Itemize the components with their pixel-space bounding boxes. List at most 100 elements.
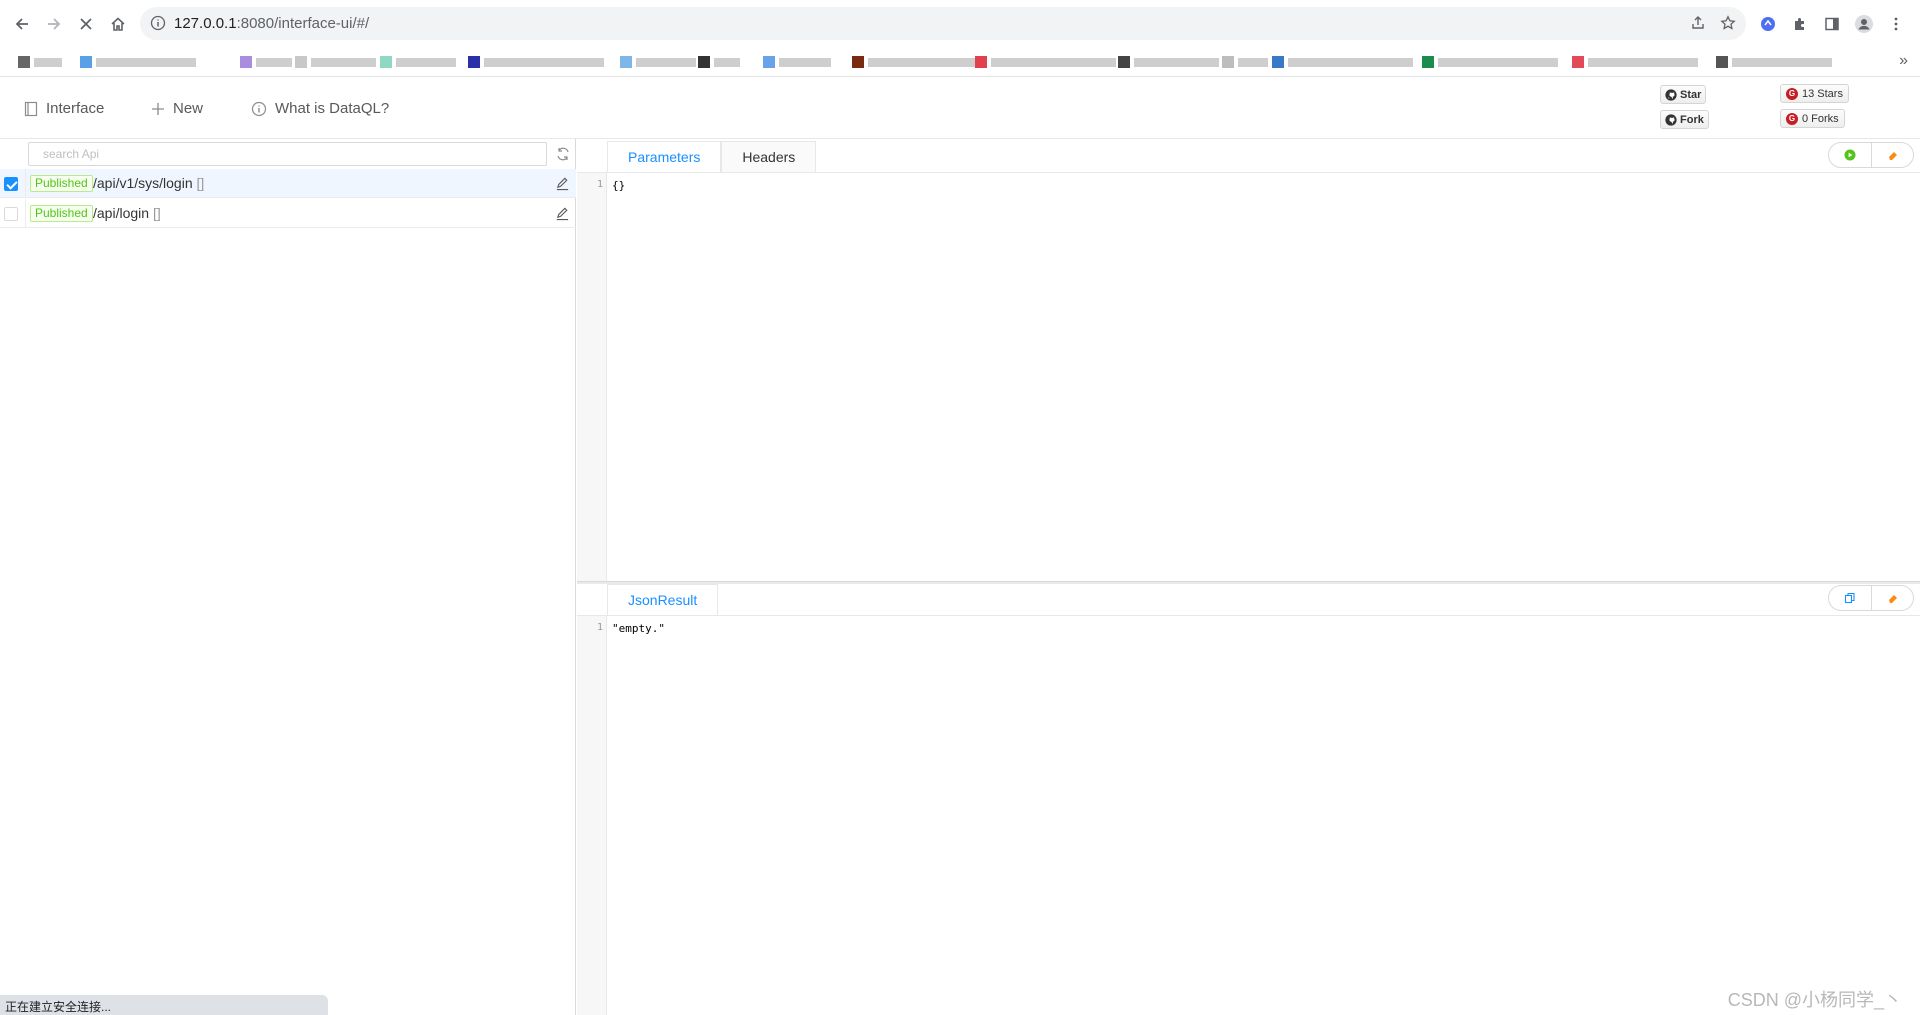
github-fork-button[interactable]: Fork (1660, 110, 1709, 129)
bookmark-item[interactable] (1118, 55, 1219, 69)
browser-menu-button[interactable] (1885, 13, 1907, 35)
more-vert-icon (1894, 17, 1898, 31)
bookmark-item[interactable] (80, 55, 196, 69)
request-actions (1828, 142, 1914, 168)
parameters-editor[interactable]: 1 {} (577, 173, 1920, 581)
result-actions (1828, 585, 1914, 611)
gitee-stars-label: 13 Stars (1802, 87, 1843, 100)
bookmark-item[interactable] (1716, 55, 1832, 69)
copy-result-button[interactable] (1829, 586, 1871, 610)
side-panel-button[interactable] (1821, 13, 1843, 35)
gitee-logo-icon: G (1786, 87, 1798, 100)
status-badge: Published (30, 175, 93, 192)
github-fork-label: Fork (1680, 113, 1704, 126)
search-api-input[interactable] (28, 142, 547, 166)
tab-headers[interactable]: Headers (721, 141, 817, 173)
extension-badge-icon (1761, 17, 1775, 31)
row-divider (25, 199, 26, 228)
bookmark-item[interactable] (975, 55, 1116, 69)
site-info-icon[interactable] (150, 15, 166, 31)
browser-status-bar: 正在建立安全连接... (0, 995, 328, 1015)
menu-new[interactable]: New (151, 100, 203, 117)
eraser-icon (1888, 595, 1897, 603)
gitee-forks-label: 0 Forks (1802, 112, 1839, 125)
row-divider (25, 169, 26, 198)
api-select-checkbox[interactable] (4, 177, 18, 191)
interface-icon (24, 101, 38, 116)
result-editor[interactable]: 1 "empty." (577, 616, 1920, 1015)
line-number: 1 (596, 179, 603, 190)
bookmark-item[interactable] (240, 55, 292, 69)
arrow-right-icon (48, 18, 61, 30)
run-button[interactable] (1829, 143, 1871, 167)
app-header: Interface New What is DataQL? Star Fork … (0, 78, 1920, 139)
github-star-button[interactable]: Star (1660, 85, 1707, 104)
play-icon (1844, 149, 1856, 161)
bookmarks-bar: » (0, 47, 1920, 77)
bookmark-item[interactable] (1272, 55, 1413, 69)
back-button[interactable] (10, 12, 34, 36)
bookmark-item[interactable] (1422, 55, 1558, 69)
bookmark-item[interactable] (380, 55, 456, 69)
bookmarks-more-button[interactable]: » (1899, 52, 1908, 70)
pane-splitter[interactable] (577, 581, 1920, 584)
bookmark-item[interactable] (1222, 55, 1268, 69)
stop-loading-button[interactable] (74, 12, 98, 36)
browser-toolbar: 127.0.0.1:8080/interface-ui/#/ (0, 0, 1920, 47)
avatar-icon (1855, 15, 1873, 33)
api-list-item[interactable]: Published /api/login [] (0, 199, 576, 228)
request-tabs: Parameters Headers (607, 141, 817, 173)
clear-parameters-button[interactable] (1871, 143, 1913, 167)
menu-new-label: New (173, 100, 204, 117)
menu-interface[interactable]: Interface (24, 100, 104, 117)
home-icon (111, 17, 125, 31)
api-path: /api/login [] (93, 205, 161, 221)
plus-icon (152, 102, 164, 115)
side-panel-icon (1825, 17, 1839, 31)
bookmark-item[interactable] (18, 55, 62, 69)
editor-area: Parameters Headers 1 {} JsonResult 1 "em (577, 139, 1920, 1015)
tab-json-result[interactable]: JsonResult (607, 584, 719, 616)
result-code: "empty." (612, 622, 665, 635)
clear-result-button[interactable] (1871, 586, 1913, 610)
address-bar[interactable]: 127.0.0.1:8080/interface-ui/#/ (140, 7, 1746, 40)
gitee-logo-icon: G (1786, 112, 1798, 125)
api-path: /api/v1/sys/login [] (93, 175, 205, 191)
watermark: CSDN @小杨同学_丶 (1727, 990, 1902, 1010)
github-icon (1665, 88, 1677, 101)
copy-icon (1844, 592, 1855, 604)
edit-icon[interactable] (555, 176, 570, 191)
profile-button[interactable] (1853, 13, 1875, 35)
puzzle-icon (1795, 18, 1804, 30)
bookmark-item[interactable] (698, 55, 740, 69)
line-gutter: 1 (577, 616, 607, 1015)
line-gutter: 1 (577, 173, 607, 581)
bookmark-item[interactable] (1572, 55, 1698, 69)
extension-icon-blue[interactable] (1757, 13, 1779, 35)
edit-icon[interactable] (555, 206, 570, 221)
api-list-item[interactable]: Published /api/v1/sys/login [] (0, 169, 576, 198)
home-button[interactable] (106, 12, 130, 36)
refresh-icon[interactable] (555, 146, 571, 162)
menu-what-is-dataql-label: What is DataQL? (275, 100, 390, 117)
arrow-left-icon (15, 18, 28, 30)
bookmark-item[interactable] (295, 55, 376, 69)
extensions-button[interactable] (1789, 13, 1811, 35)
bookmark-item[interactable] (763, 55, 831, 69)
close-icon (80, 18, 92, 30)
menu-what-is-dataql[interactable]: What is DataQL? (251, 100, 389, 117)
github-icon (1665, 113, 1677, 126)
eraser-icon (1888, 152, 1897, 160)
tab-parameters[interactable]: Parameters (607, 141, 722, 173)
bookmark-star-icon[interactable] (1720, 15, 1736, 31)
bookmark-item[interactable] (852, 55, 976, 69)
share-icon[interactable] (1690, 15, 1706, 31)
forward-button[interactable] (42, 12, 66, 36)
api-select-checkbox[interactable] (4, 207, 18, 221)
info-icon (251, 101, 267, 116)
gitee-stars-button[interactable]: G 13 Stars (1780, 84, 1849, 103)
bookmark-item[interactable] (620, 55, 696, 69)
gitee-forks-button[interactable]: G 0 Forks (1780, 109, 1845, 128)
status-badge: Published (30, 205, 93, 222)
bookmark-item[interactable] (468, 55, 604, 69)
